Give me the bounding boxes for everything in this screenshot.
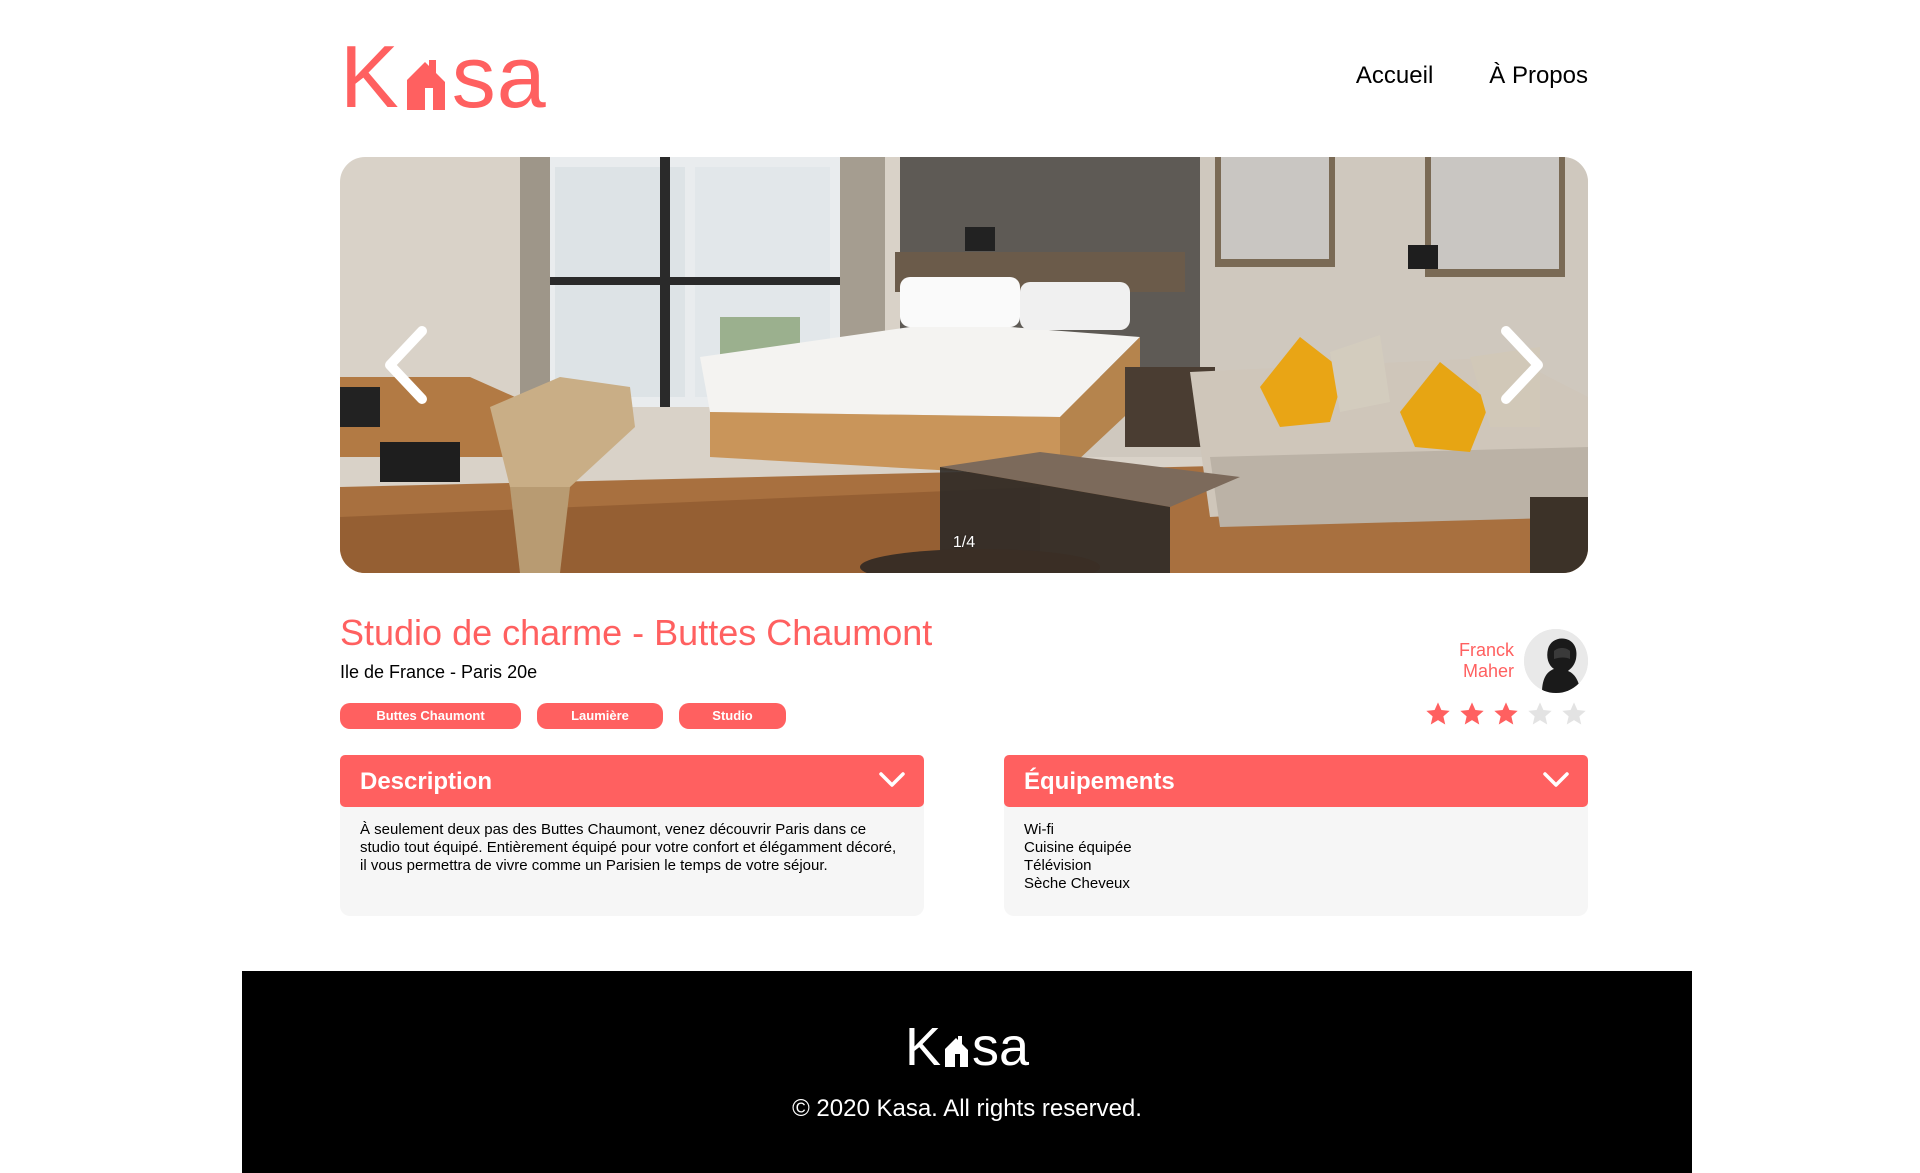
list-item: Wi-fi [1024,821,1054,838]
star-icon-empty [1562,702,1586,725]
footer-logo-letter-k: K [904,1017,941,1077]
host-last-name: Maher [1462,661,1514,681]
equipments-label: Équipements [1024,768,1175,795]
next-image-arrow[interactable] [1492,325,1548,405]
equipment-list: Wi-fi Cuisine équipée Télévision Sèche C… [1024,821,1568,893]
house-icon [943,1025,971,1069]
nav-link-a-propos[interactable]: À Propos [1489,62,1588,90]
listing-title: Studio de charme - Buttes Chaumont [340,612,933,653]
equipments-collapse: Équipements Wi-fi Cuisine équipée Télévi… [1004,755,1588,916]
rating-stars [1424,700,1588,728]
star-icon-filled [1494,702,1518,725]
main-nav: Accueil À Propos [1356,62,1588,90]
nav-link-accueil[interactable]: Accueil [1356,62,1433,90]
chevron-right-icon [1501,326,1543,404]
chevron-down-icon [1543,772,1569,787]
host-first-name: Franck [1458,640,1514,660]
footer-kasa-logo: K sa [242,1017,1692,1077]
list-item: Télévision [1024,857,1092,874]
avatar [1524,629,1588,693]
description-collapse: Description À seulement deux pas des But… [340,755,924,916]
logo-letters-sa: sa [451,27,547,126]
listing-photo [340,157,1588,573]
list-item: Cuisine équipée [1024,839,1132,856]
copyright-text: © 2020 Kasa. All rights reserved. [792,1095,1142,1122]
description-body: À seulement deux pas des Buttes Chaumont… [340,803,924,916]
listing-location: Ile de France - Paris 20e [340,662,538,682]
list-item: Sèche Cheveux [1024,875,1130,892]
tag: Laumière [537,703,663,729]
tag-list: Buttes Chaumont Laumière Studio [340,703,786,729]
house-icon [403,42,451,112]
star-icon-empty [1528,702,1552,725]
star-icon-filled [1426,702,1450,725]
host-name: Franck Maher [1459,640,1514,682]
description-label: Description [360,768,493,795]
description-text: À seulement deux pas des Buttes Chaumont… [360,821,897,874]
image-counter: 1/4 [952,534,976,551]
kasa-logo[interactable]: K sa [340,27,547,126]
chevron-down-icon [879,772,905,787]
description-toggle[interactable]: Description [340,755,924,807]
logo-letter-k: K [340,27,400,126]
previous-image-arrow[interactable] [380,325,436,405]
equipments-toggle[interactable]: Équipements [1004,755,1588,807]
header: K sa Accueil À Propos [340,27,1588,126]
equipments-body: Wi-fi Cuisine équipée Télévision Sèche C… [1004,803,1588,916]
tag: Buttes Chaumont [340,703,521,729]
footer: K sa © 2020 Kasa. All rights reserved. [242,971,1692,1173]
chevron-left-icon [385,326,427,404]
image-carousel: 1/4 [340,157,1588,573]
footer-logo-letters-sa: sa [971,1017,1030,1077]
host-info: Franck Maher [1459,629,1588,693]
star-icon-filled [1460,702,1484,725]
tag: Studio [679,703,786,729]
